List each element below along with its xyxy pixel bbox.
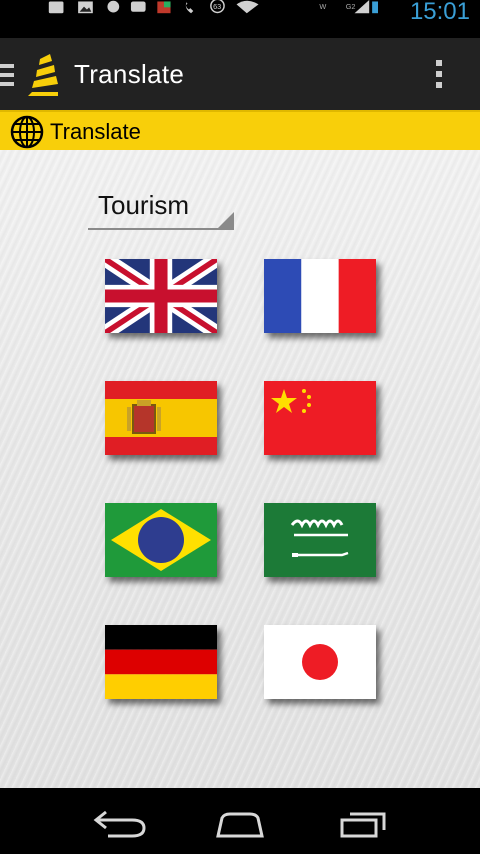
- brazil-flag-icon: [105, 503, 217, 577]
- section-title: Translate: [50, 119, 141, 144]
- flag-united-kingdom-button[interactable]: [105, 259, 217, 333]
- signal-label: G2: [346, 2, 356, 11]
- language-picker: Tourism: [0, 150, 480, 788]
- category-spinner[interactable]: Tourism: [88, 188, 234, 230]
- back-icon[interactable]: [90, 806, 150, 840]
- hangouts-icon: [107, 0, 120, 13]
- flag-france-button[interactable]: [264, 259, 376, 333]
- flag-spain-button[interactable]: [105, 381, 217, 455]
- overflow-menu-icon[interactable]: [436, 60, 444, 93]
- flag-china-button[interactable]: [264, 381, 376, 455]
- status-bar: 63 W G2 15:01: [0, 0, 480, 38]
- france-flag-icon: [264, 259, 376, 333]
- flag-brazil-button[interactable]: [105, 503, 217, 577]
- phone-icon: [185, 0, 194, 14]
- battery-badge-text: 63: [213, 2, 221, 11]
- voicemail-icon: [48, 1, 64, 14]
- wifi-icon: [236, 0, 259, 14]
- flag-germany-button[interactable]: [105, 625, 217, 699]
- drawer-toggle-icon[interactable]: [0, 64, 14, 91]
- china-flag-icon: [264, 381, 376, 455]
- flag-japan-button[interactable]: [264, 625, 376, 699]
- japan-flag-icon: [264, 625, 376, 699]
- navigation-bar: [0, 788, 480, 854]
- category-spinner-value: Tourism: [98, 190, 190, 220]
- battery-icon: [372, 1, 378, 14]
- notification-icons: 63: [48, 0, 259, 14]
- wifi-type-label: W: [319, 2, 326, 11]
- saudi-arabia-flag-icon: [264, 503, 376, 577]
- recent-apps-icon[interactable]: [332, 806, 392, 840]
- globe-icon: [10, 115, 44, 149]
- system-icons: W G2: [319, 0, 378, 14]
- app-title: Translate: [74, 59, 185, 89]
- chat-icon: [130, 1, 146, 12]
- action-bar: Translate: [0, 38, 480, 110]
- home-icon[interactable]: [210, 806, 270, 840]
- app-logo-icon[interactable]: [28, 50, 60, 96]
- section-header: Translate: [0, 110, 480, 150]
- germany-flag-icon: [105, 625, 217, 699]
- flag-saudi-arabia-button[interactable]: [264, 503, 376, 577]
- uk-flag-icon: [105, 259, 217, 333]
- spinner-arrow-icon: [218, 212, 234, 228]
- spain-flag-icon: [105, 381, 217, 455]
- signal-icon: [354, 0, 370, 14]
- clock: 15:01: [409, 0, 470, 25]
